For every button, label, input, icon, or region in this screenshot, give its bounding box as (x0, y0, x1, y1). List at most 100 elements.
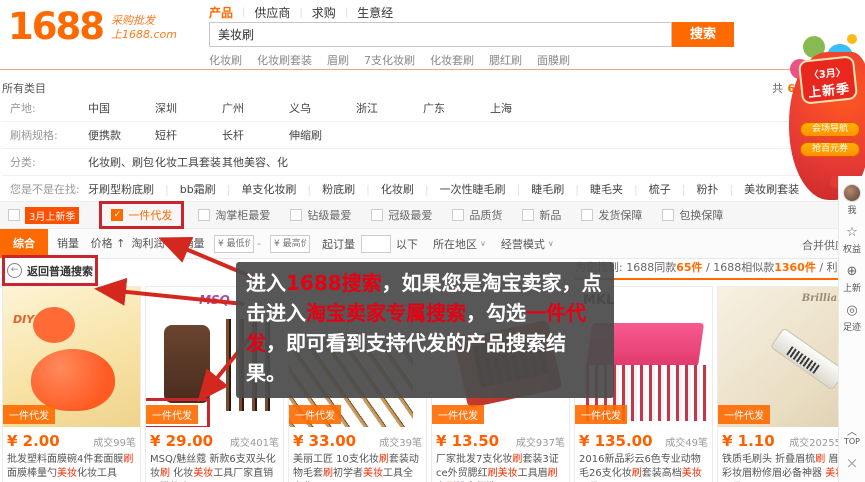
filter-option[interactable]: 长杆 (222, 127, 289, 143)
suggestion-link[interactable]: 化妆套刷 (430, 52, 474, 68)
plus-circle-icon: ⊕ (847, 264, 858, 280)
nav-tab[interactable]: 求购 (303, 4, 345, 21)
product-brand-label: MSQ (199, 293, 230, 307)
price-max-input[interactable] (270, 235, 310, 253)
checkbox[interactable] (371, 209, 383, 221)
consignment-badge: 一件代发 (718, 405, 770, 424)
search-button[interactable]: 搜索 (672, 22, 734, 47)
rail-item[interactable]: 我 (843, 184, 861, 216)
product-title: MSQ/魅丝蔻 新款6支双头化妆刷 化妆美妆工具厂家直销 天猫热卖 (146, 451, 283, 482)
title-segment: 眉 (825, 454, 838, 465)
filter-option[interactable]: 上海 (490, 100, 557, 116)
title-segment: 刷 (488, 468, 498, 479)
title-segment: 铁质毛刷头 折叠眉梳 (722, 454, 815, 465)
title-segment: 刷 (323, 468, 333, 479)
quick-filter[interactable]: 3月上新季 (8, 207, 79, 224)
filter-option[interactable]: 化妆刷、刷包 (88, 154, 155, 170)
suggestion-link[interactable]: 面膜刷 (537, 52, 570, 68)
moq-input[interactable] (361, 235, 391, 253)
rail-item[interactable]: ⊕上新 (843, 264, 861, 294)
search-input[interactable] (210, 23, 671, 46)
filter-option[interactable]: 中国 (88, 100, 155, 116)
found-summary[interactable]: 为您找到: 1688同款65件 / 1688相似款1360件 / 利润空间100… (575, 259, 839, 280)
sort-tab[interactable]: 价格 ↑ (88, 229, 128, 258)
checkbox[interactable] (522, 209, 534, 221)
header-divider (0, 69, 865, 70)
quick-filter[interactable]: 发货保障 (581, 207, 642, 223)
quick-filter[interactable]: ✓一件代发 (99, 201, 184, 229)
checkbox[interactable] (662, 209, 674, 221)
filter-option[interactable]: 其他美容、化 (222, 154, 289, 170)
product-card[interactable]: DIY一件代发¥ 2.00成交99笔批发塑料面膜碗4件套面膜刷面膜棒量勺美妆化妆… (2, 286, 141, 482)
nav-tab[interactable]: 生意经 (348, 4, 402, 21)
promo-button[interactable]: 会场导航 (800, 122, 860, 137)
filter-option[interactable]: 粉扑 (696, 181, 718, 197)
filter-option[interactable]: 伸缩刷 (289, 127, 356, 143)
filter-option[interactable]: bb霜刷 (180, 181, 216, 197)
price-min-input[interactable] (214, 235, 254, 253)
title-segment: 厂家批发7支化妆 (436, 454, 512, 465)
filter-options: 便携款短杆长杆伸缩刷 (88, 127, 356, 143)
all-categories-label[interactable]: 所有类目 (2, 80, 46, 96)
filter-row: 产地:中国深圳广州义乌浙江广东上海 (2, 95, 838, 122)
filter-option[interactable]: 美妆刷 套 (825, 181, 838, 197)
filter-option[interactable]: 睫毛刷 (531, 181, 564, 197)
checkbox[interactable] (452, 209, 464, 221)
quick-filter[interactable]: 新品 (522, 207, 561, 223)
nav-tab[interactable]: 供应商 (245, 4, 299, 21)
filter-option[interactable]: 一次性睫毛刷 (440, 181, 506, 197)
promo-button[interactable]: 抢百元券 (800, 142, 860, 157)
suggestion-link[interactable]: 7支化妆刷 (364, 52, 415, 68)
quick-filter[interactable]: 包换保障 (662, 207, 723, 223)
quick-filter-bar: 3月上新季 ✓一件代发淘掌柜最爱 钻级最爱 冠级最爱 品质货 新品 发货保障 包换保障 (0, 201, 838, 229)
site-logo[interactable]: 1688 采购批发 上1688.com (8, 6, 177, 48)
sort-tab[interactable]: 淘销量 (168, 229, 208, 258)
back-to-top-button[interactable]: ︿ TOP (844, 429, 860, 446)
filter-option[interactable]: 义乌 (289, 100, 356, 116)
quick-filter[interactable]: 冠级最爱 (371, 207, 432, 223)
filter-option[interactable]: 单支化妆刷 (241, 181, 296, 197)
filter-option[interactable]: 化妆刷 (381, 181, 414, 197)
mode-dropdown[interactable]: 经营模式∨ (501, 236, 554, 252)
filter-option[interactable]: 粉底刷 (322, 181, 355, 197)
filter-option[interactable]: 梳子 (649, 181, 671, 197)
title-segment: 化妆 (170, 468, 193, 479)
quick-filter[interactable]: 钻级最爱 (290, 207, 351, 223)
filter-option[interactable]: 深圳 (155, 100, 222, 116)
filter-option[interactable]: 广东 (423, 100, 490, 116)
rail-item[interactable]: ◎足迹 (843, 303, 861, 333)
product-price-row: ¥ 2.00成交99笔 (3, 427, 140, 451)
nav-tab[interactable]: 产品 (209, 4, 242, 21)
title-segment: 刷 (512, 454, 522, 465)
suggestion-link[interactable]: 腮红刷 (489, 52, 522, 68)
close-icon[interactable]: × (846, 454, 859, 472)
checkbox[interactable] (581, 209, 593, 221)
sort-tab[interactable]: 综合 (0, 229, 48, 258)
option-separator: | (165, 183, 169, 196)
suggestion-link[interactable]: 化妆刷套装 (257, 52, 312, 68)
march-new-season-badge[interactable]: 〈3月〉 上新季 (798, 55, 858, 105)
product-card[interactable]: Brilliant一件代发¥ 1.10成交20255笔铁质毛刷头 折叠眉梳刷 眉… (717, 286, 856, 482)
suggestion-link[interactable]: 化妆刷 (209, 52, 242, 68)
filter-option[interactable]: 睫毛夹 (590, 181, 623, 197)
checkbox[interactable] (8, 209, 20, 221)
checkbox[interactable] (198, 209, 210, 221)
filter-option[interactable]: 牙刷型粉底刷 (88, 181, 154, 197)
quick-filter[interactable]: 品质货 (452, 207, 502, 223)
filter-option[interactable]: 短杆 (155, 127, 222, 143)
checkbox[interactable] (290, 209, 302, 221)
filter-option[interactable]: 便携款 (88, 127, 155, 143)
filter-option[interactable]: 广州 (222, 100, 289, 116)
filter-option[interactable]: 化妆工具套装 (155, 154, 222, 170)
sort-tab[interactable]: 淘利润 (128, 229, 168, 258)
back-to-normal-search-button[interactable]: ← 返回普通搜索 (2, 255, 98, 286)
filter-option[interactable]: 浙江 (356, 100, 423, 116)
filter-option[interactable]: 美妆刷套装 (744, 181, 799, 197)
checkbox[interactable]: ✓ (111, 209, 123, 221)
rail-item[interactable]: ☆权益 (843, 225, 861, 255)
sort-tab[interactable]: 销量 (48, 229, 88, 258)
suggestion-link[interactable]: 眉刷 (327, 52, 349, 68)
region-dropdown[interactable]: 所在地区∨ (433, 236, 486, 252)
filter-options: 牙刷型粉底刷|bb霜刷|单支化妆刷|粉底刷|化妆刷|一次性睫毛刷|睫毛刷|睫毛夹… (88, 181, 838, 197)
quick-filter[interactable]: 淘掌柜最爱 (198, 207, 270, 223)
